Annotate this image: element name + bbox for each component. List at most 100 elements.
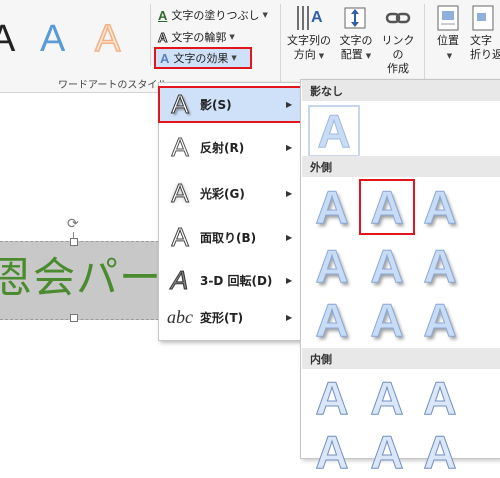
chevron-right-icon: ▶ <box>286 142 293 152</box>
shadow-option-outer-5[interactable]: A <box>361 240 413 292</box>
text-direction-icon: A <box>284 4 334 32</box>
tile-glyph: A <box>370 372 404 424</box>
wrap-text-label-2: 折り返 <box>470 48 500 61</box>
position-icon <box>430 4 466 32</box>
wordart-style-black[interactable]: A <box>0 20 15 58</box>
reflection-icon: A <box>171 131 189 162</box>
svg-text:A: A <box>311 9 323 26</box>
shadow-option-inner-3[interactable]: A <box>414 372 466 424</box>
divider <box>150 4 151 66</box>
chevron-right-icon: ▶ <box>286 275 293 285</box>
text-effects-label: 文字の効果 <box>173 52 229 65</box>
shadow-option-inner-2[interactable]: A <box>361 372 413 424</box>
text-align-icon <box>336 4 376 32</box>
chevron-down-icon: ▼ <box>446 52 453 60</box>
text-outline-icon: A <box>157 29 168 45</box>
chevron-down-icon: ▼ <box>365 52 372 60</box>
wrap-text-label-1: 文字 <box>470 34 492 47</box>
text-fill-label: 文字の塗りつぶし <box>171 9 260 22</box>
shadow-icon: A <box>171 89 189 120</box>
resize-handle-top[interactable] <box>70 238 78 246</box>
shadow-option-outer-9[interactable]: A <box>414 294 466 346</box>
create-link-button[interactable]: リンクの 作成 <box>378 4 418 76</box>
text-outline-label: 文字の輪郭 <box>171 31 227 44</box>
shadow-option-outer-1[interactable]: A <box>306 181 358 233</box>
tile-glyph: A <box>370 294 404 346</box>
glow-icon: A <box>171 177 189 208</box>
section-inner: 内側 <box>302 348 500 369</box>
tile-glyph: A <box>423 426 457 478</box>
menu-item-label: 変形(T) <box>200 310 244 325</box>
tile-glyph: A <box>423 294 457 346</box>
menu-item-label: 面取り(B) <box>200 230 257 245</box>
shadow-gallery: 影なし A 外側 A A A A A A A A A 内側 A A A A A … <box>300 79 500 476</box>
text-effects-menu: A 影(S) ▶ A 反射(R) ▶ A 光彩(G) ▶ A 面取り(B) ▶ … <box>158 82 302 341</box>
shadow-option-inner-6[interactable]: A <box>414 426 466 478</box>
chevron-right-icon: ▶ <box>286 232 293 242</box>
text-direction-button[interactable]: A 文字列の 方向 ▼ <box>284 4 334 63</box>
chevron-down-icon: ▼ <box>262 11 268 19</box>
chevron-right-icon: ▶ <box>286 188 293 198</box>
textbox-text[interactable]: 恩会パー <box>0 252 162 304</box>
shadow-option-inner-1[interactable]: A <box>306 372 358 424</box>
shadow-option-outer-7[interactable]: A <box>306 294 358 346</box>
wordart-textbox[interactable]: 恩会パー <box>0 238 162 322</box>
bevel-icon: A <box>171 221 189 252</box>
tile-glyph: A <box>315 372 349 424</box>
rotate-handle-icon[interactable]: ⟳ <box>67 216 79 232</box>
shadow-option-outer-3[interactable]: A <box>414 181 466 233</box>
text-align-button[interactable]: 文字の 配置 ▼ <box>336 4 376 63</box>
divider <box>424 4 425 88</box>
text-direction-label-1: 文字列の <box>287 34 331 47</box>
menu-item-label: 反射(R) <box>200 140 245 155</box>
resize-handle-bottom[interactable] <box>70 314 78 322</box>
tile-glyph: A <box>317 105 351 157</box>
chevron-down-icon: ▼ <box>231 54 237 62</box>
wordart-style-blue[interactable]: A <box>40 20 65 58</box>
position-button[interactable]: 位置 ▼ <box>430 4 466 63</box>
text-outline-button[interactable]: A 文字の輪郭 ▼ <box>157 28 235 46</box>
menu-item-label: 3-D 回転(D) <box>200 273 273 288</box>
chevron-down-icon: ▼ <box>318 52 325 60</box>
3d-rotation-icon: A <box>168 264 193 295</box>
tile-glyph: A <box>370 240 404 292</box>
menu-item-label: 光彩(G) <box>200 186 245 201</box>
menu-item-transform[interactable]: abc 変形(T) ▶ <box>160 297 300 337</box>
section-outer: 外側 <box>302 156 500 177</box>
tile-glyph: A <box>423 372 457 424</box>
shadow-option-outer-6[interactable]: A <box>414 240 466 292</box>
shadow-option-outer-4[interactable]: A <box>306 240 358 292</box>
shadow-option-outer-2[interactable]: A <box>359 179 415 235</box>
create-link-label-1: リンクの <box>381 34 415 61</box>
section-no-shadow: 影なし <box>302 80 500 101</box>
chevron-down-icon: ▼ <box>229 33 235 41</box>
chevron-right-icon: ▶ <box>286 100 293 109</box>
tile-glyph: A <box>315 426 349 478</box>
wrap-text-button[interactable]: 文字 折り返 <box>470 4 500 62</box>
chevron-right-icon: ▶ <box>286 312 293 322</box>
tile-glyph: A <box>370 426 404 478</box>
wrap-text-icon <box>470 4 500 32</box>
shadow-option-outer-8[interactable]: A <box>361 294 413 346</box>
menu-item-3d-rotation[interactable]: A 3-D 回転(D) ▶ <box>160 260 300 300</box>
menu-item-label: 影(S) <box>200 98 232 112</box>
tile-glyph: A <box>370 181 404 233</box>
tile-glyph: A <box>423 240 457 292</box>
menu-item-bevel[interactable]: A 面取り(B) ▶ <box>160 217 300 257</box>
wordart-style-orange-outline[interactable]: A <box>94 19 121 59</box>
divider <box>280 4 281 88</box>
text-fill-icon: A <box>158 7 168 23</box>
shadow-option-none[interactable]: A <box>308 105 360 157</box>
text-fill-button[interactable]: A 文字の塗りつぶし ▼ <box>158 6 268 24</box>
shadow-option-inner-5[interactable]: A <box>361 426 413 478</box>
text-align-label-2: 配置 <box>340 48 363 61</box>
menu-item-glow[interactable]: A 光彩(G) ▶ <box>160 173 300 213</box>
transform-icon: abc <box>167 306 193 327</box>
menu-item-reflection[interactable]: A 反射(R) ▶ <box>160 127 300 167</box>
text-effects-button[interactable]: A 文字の効果 ▼ <box>154 47 252 69</box>
shadow-option-inner-4[interactable]: A <box>306 426 358 478</box>
wordart-group-label: ワードアートのスタイル <box>58 80 168 91</box>
tile-glyph: A <box>315 294 349 346</box>
text-direction-label-2: 方向 <box>293 48 316 61</box>
menu-item-shadow[interactable]: A 影(S) ▶ <box>158 86 302 123</box>
